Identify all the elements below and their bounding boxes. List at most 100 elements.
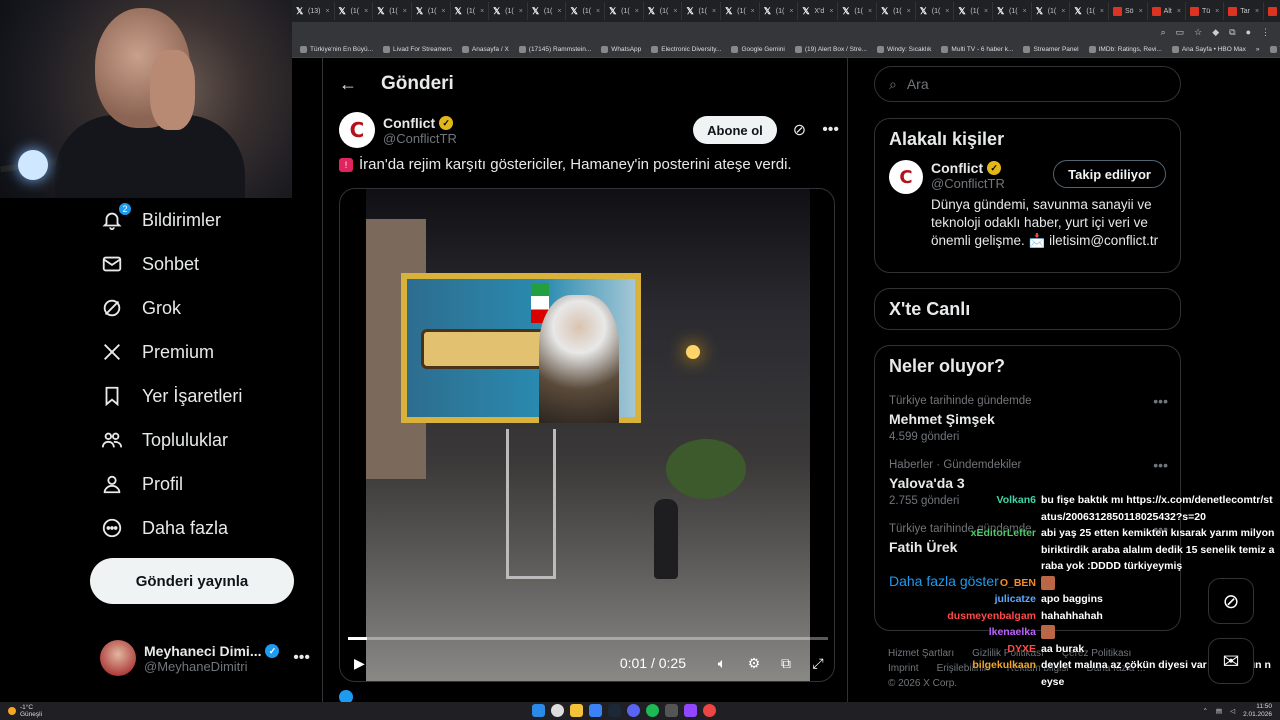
bookmark-item[interactable]: Anasayfa / X [461,46,509,53]
nav-item-premium[interactable]: Premium [100,340,214,364]
more-icon[interactable]: ••• [293,649,310,667]
browser-tab[interactable]: 𝕏 (1(× [335,2,374,20]
bookmark-item[interactable]: Streamer Panel [1023,46,1079,53]
close-icon[interactable]: × [984,8,988,15]
nav-item-sohbet[interactable]: Sohbet [100,252,199,276]
nav-item-profil[interactable]: Profil [100,472,183,496]
bookmark-item[interactable]: (19) Alert Box / Stre... [794,46,867,53]
browser-tab[interactable]: Alt × [1148,2,1186,20]
menu-icon[interactable]: ⋮ [1261,27,1270,38]
browser-tab[interactable]: He× [1264,2,1280,20]
browser-tab[interactable]: 𝕏 (1(× [566,2,606,20]
chat-username[interactable]: DYXE [940,641,1036,658]
grok-float-button[interactable]: ⊘ [1208,578,1254,624]
browser-tab[interactable]: 𝕏 (1(× [721,2,760,20]
more-icon[interactable]: ••• [1153,393,1168,409]
browser-tab[interactable]: 𝕏 (1(× [916,2,955,20]
nav-item-topluluklar[interactable]: Topluluklar [100,428,228,452]
chat-username[interactable]: O_BEN [940,575,1036,592]
fullscreen-icon[interactable]: ⤢ [808,655,828,672]
close-icon[interactable]: × [1215,8,1219,15]
browser-tab[interactable]: Tar × [1224,2,1265,20]
close-icon[interactable]: × [712,8,716,15]
extensions-icon[interactable]: ⧉ [1229,27,1235,38]
close-icon[interactable]: × [673,8,677,15]
close-icon[interactable]: × [519,8,523,15]
trend-item[interactable]: Türkiye tarihinde gündemde Mehmet Şimşek 4… [875,387,1180,451]
close-icon[interactable]: × [945,8,949,15]
following-button[interactable]: Takip ediliyor [1053,160,1166,188]
network-icon[interactable]: ▤ [1216,707,1222,715]
bookmark-item[interactable]: Google Gemini [731,46,785,53]
author-name[interactable]: Conflict [383,115,435,131]
close-icon[interactable]: × [596,8,600,15]
browser-tab[interactable]: 𝕏 (1(× [954,2,994,20]
close-icon[interactable]: × [829,8,833,15]
play-icon[interactable]: ▶ [354,655,365,672]
app-icon[interactable] [665,704,678,717]
bookmark-item[interactable]: Ana Sayfa • HBO Max [1171,46,1246,53]
conflict-avatar[interactable]: C [339,112,375,148]
browser-tab[interactable]: 𝕏 (1(× [760,2,799,20]
browser-tab[interactable]: 𝕏 (1(× [373,2,412,20]
x-live-card[interactable]: X'te Canlı [874,288,1181,330]
nav-item-bildirimler[interactable]: 2 Bildirimler [100,202,221,232]
chrome-icon[interactable] [551,704,564,717]
app-icon[interactable] [703,704,716,717]
explorer-icon[interactable] [570,704,583,717]
close-icon[interactable]: × [789,8,793,15]
browser-tab[interactable]: 𝕏 (1(× [682,2,722,20]
browser-tab[interactable]: 𝕏 (1(× [1070,2,1110,20]
bookmark-item[interactable]: WhatsApp [601,46,641,53]
browser-tab[interactable]: 𝕏 (1(× [1032,2,1071,20]
browser-tab[interactable]: 𝕏 (1(× [644,2,683,20]
browser-tab[interactable]: 𝕏 (1(× [451,2,490,20]
chat-username[interactable]: Volkan6 [940,492,1037,525]
bookmark-item[interactable]: (17145) Rammstein... [518,46,591,53]
close-icon[interactable]: × [1023,8,1027,15]
browser-tab[interactable]: 𝕏 (1(× [993,2,1032,20]
close-icon[interactable]: × [907,8,911,15]
conflict-avatar[interactable]: C [889,160,923,194]
close-icon[interactable]: × [557,8,561,15]
profile-icon[interactable]: ● [1246,27,1251,37]
browser-tab[interactable]: 𝕏 (1(× [838,2,878,20]
volume-icon[interactable]: 🔈︎ [712,655,732,672]
app-icon[interactable] [589,704,602,717]
video-progress-bar[interactable] [348,637,828,640]
bookmark-item[interactable]: IMDb: Ratings, Revi... [1088,46,1162,53]
account-switcher[interactable]: Meyhaneci Dimi... ✓ @MeyhaneDimitri ••• [100,636,310,680]
browser-tab[interactable]: 𝕏 (1(× [605,2,644,20]
nav-item-yer-i-şaretleri[interactable]: Yer İşaretleri [100,384,242,408]
close-icon[interactable]: × [403,8,407,15]
close-icon[interactable]: × [480,8,484,15]
close-icon[interactable]: × [635,8,639,15]
bookmark-item[interactable]: Electronic Diversity... [651,46,721,53]
chat-username[interactable]: bilgekulkaan [940,657,1036,690]
close-icon[interactable]: × [751,8,755,15]
search-input[interactable]: ⌕ Ara [874,66,1181,102]
browser-tab[interactable]: 𝕏 (1(× [489,2,528,20]
nav-item-grok[interactable]: Grok [100,296,181,320]
all-bookmarks-button[interactable]: Tüm Yer İşaretleri [1269,46,1280,53]
pip-icon[interactable]: ⧉ [776,655,796,672]
footer-link[interactable]: Imprint [888,663,919,674]
post-button[interactable]: Gönderi yayınla [90,558,294,604]
steam-icon[interactable] [608,704,621,717]
author-handle[interactable]: @ConflictTR [383,131,457,146]
bookmark-item[interactable]: Livad For Streamers [383,46,452,53]
close-icon[interactable]: × [868,8,872,15]
close-icon[interactable]: × [1255,8,1259,15]
browser-tab[interactable]: Tü × [1186,2,1225,20]
close-icon[interactable]: × [325,8,329,15]
extension-icon[interactable]: ◆ [1212,27,1219,38]
settings-icon[interactable]: ⚙ [744,655,764,672]
grok-icon[interactable]: ⊘ [793,120,806,140]
chat-username[interactable]: dusmeyenbalgam [940,608,1036,625]
chat-username[interactable]: julicatze [940,591,1036,608]
nav-item-daha-fazla[interactable]: Daha fazla [100,516,228,540]
back-arrow-icon[interactable]: ← [339,74,357,95]
more-icon[interactable]: ••• [822,121,839,139]
spotify-icon[interactable] [646,704,659,717]
zoom-icon[interactable]: ⌕ [1161,27,1166,38]
